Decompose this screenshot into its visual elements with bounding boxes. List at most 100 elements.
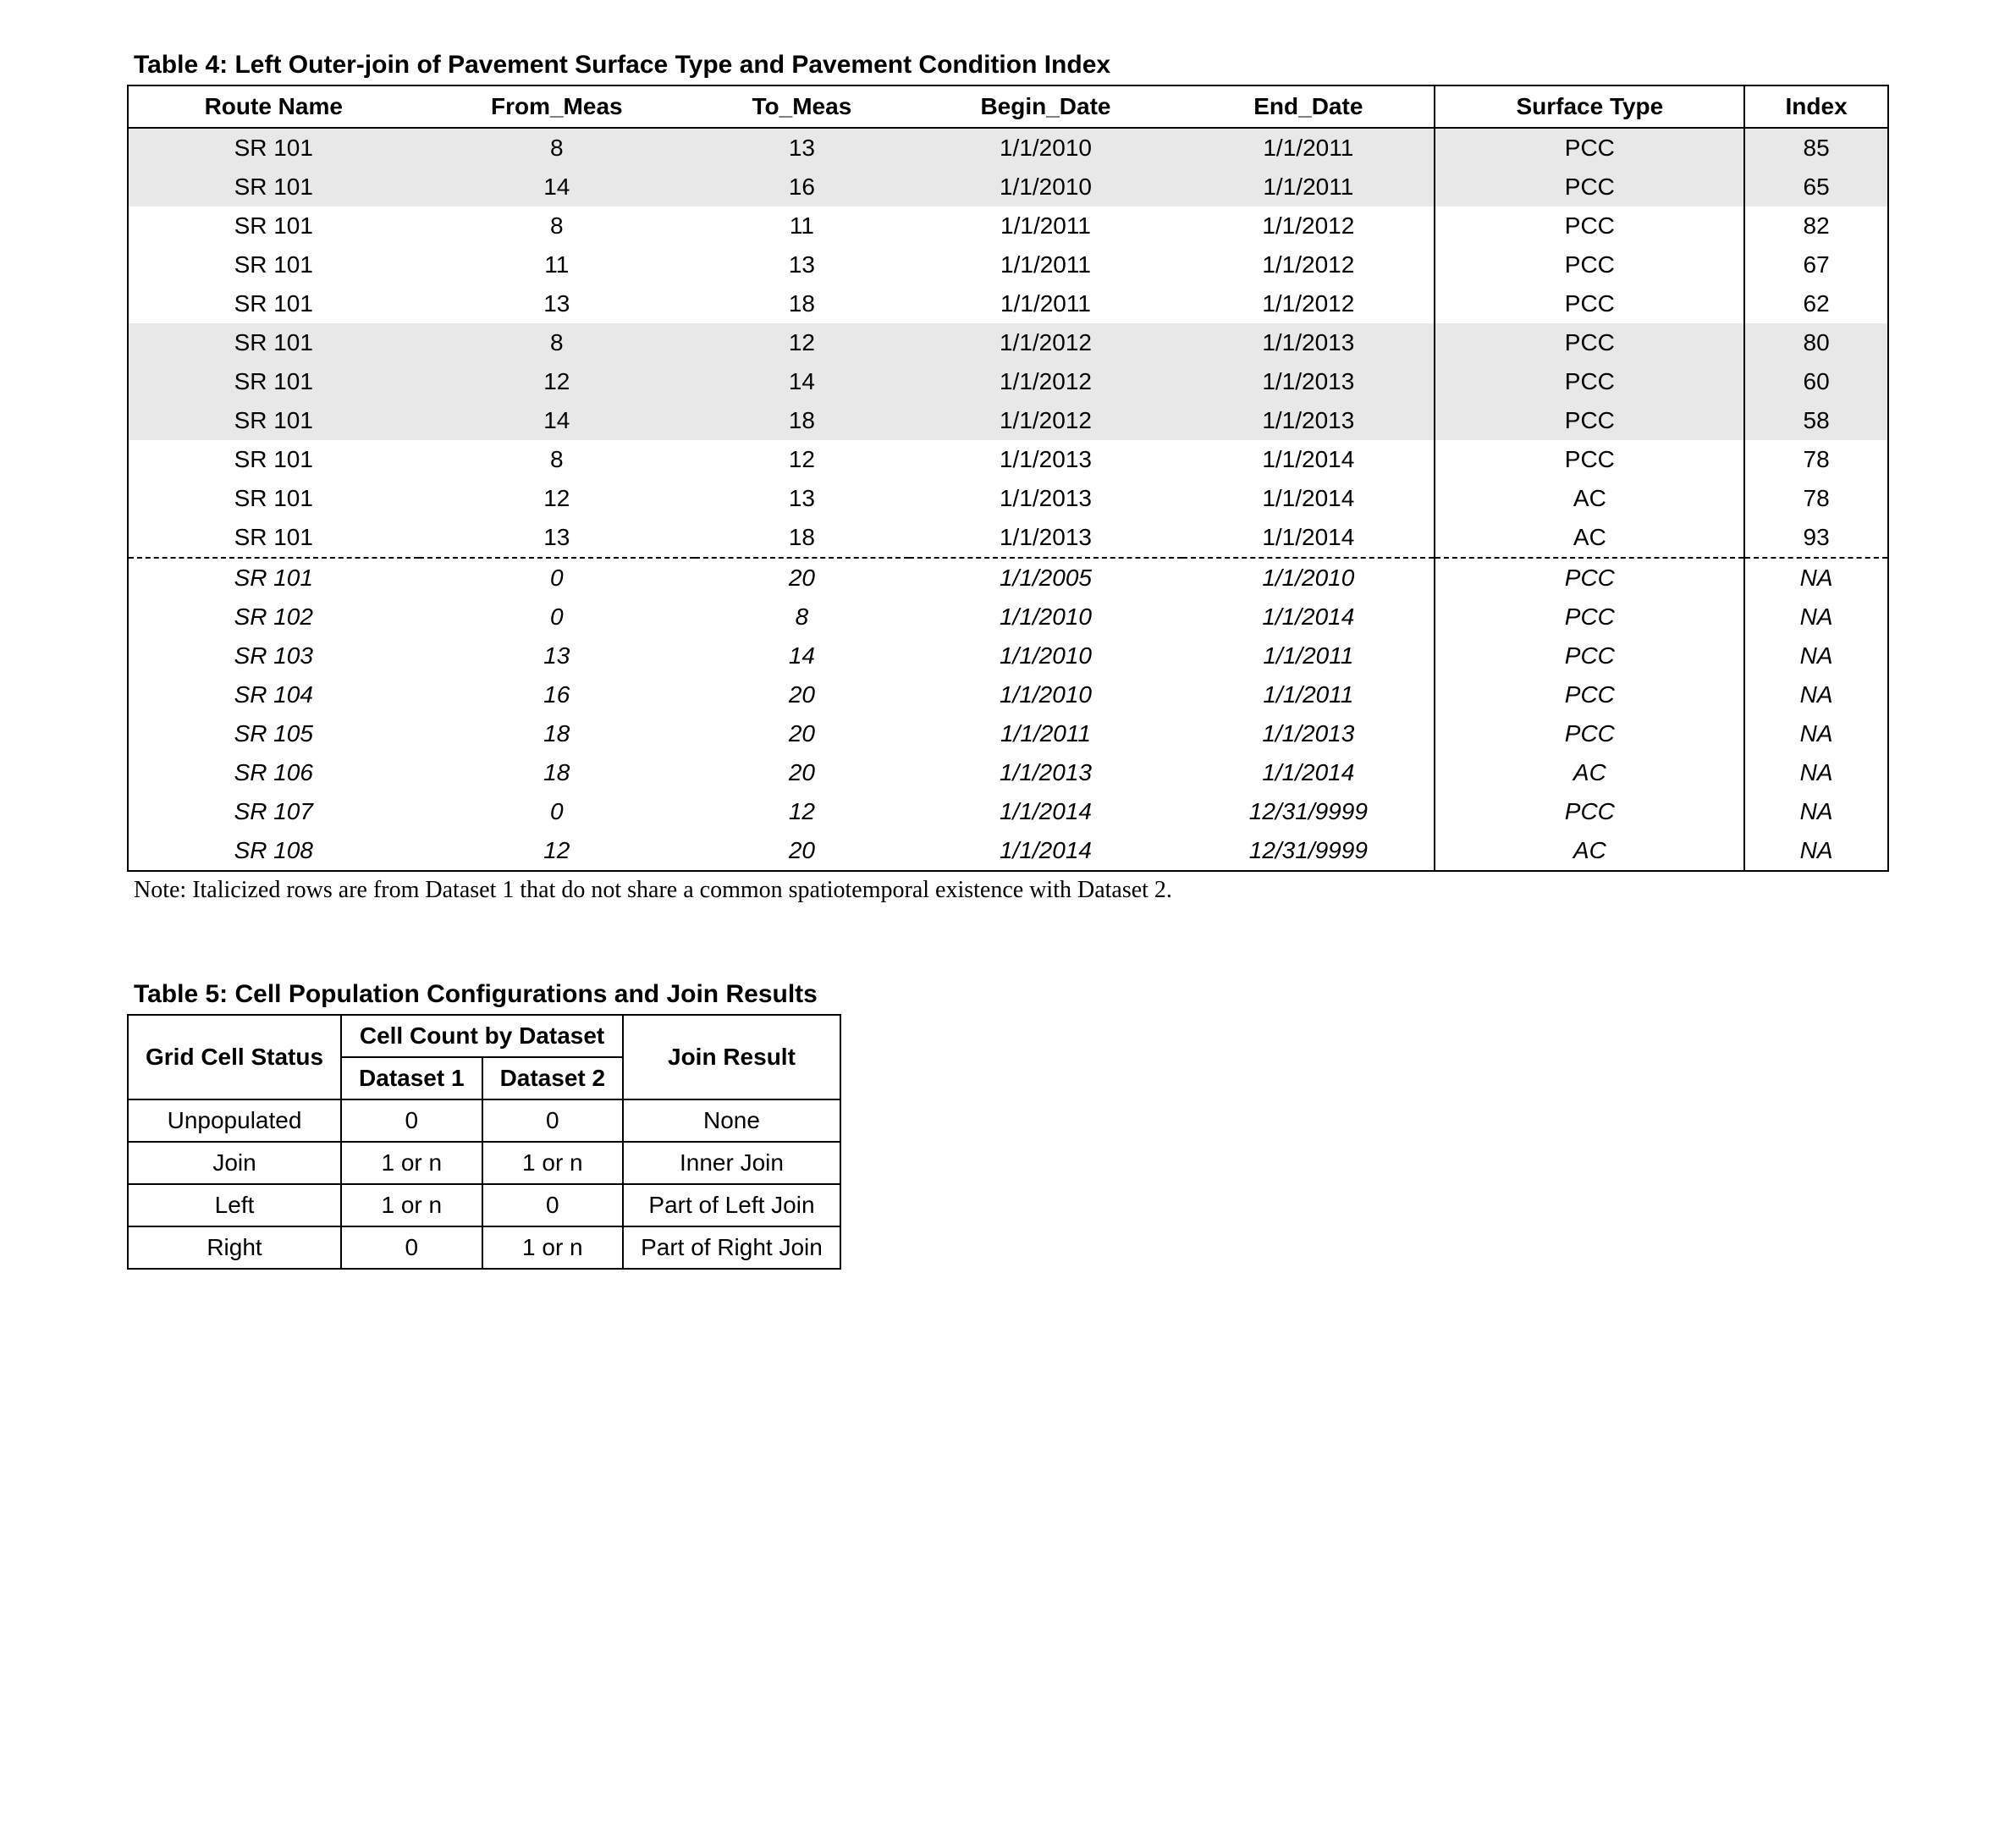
table-row: SR 10313141/1/20101/1/2011PCCNA [128,636,1888,675]
cell-index: 62 [1744,284,1888,323]
cell-from: 13 [419,518,696,558]
th-result: Join Result [623,1015,840,1099]
cell-route: SR 101 [128,362,419,401]
cell-d1: 1 or n [341,1184,482,1226]
cell-index: 67 [1744,245,1888,284]
cell-to: 20 [695,675,909,714]
table-row: SR 1070121/1/201412/31/9999PCCNA [128,792,1888,831]
table-row: SR 1018121/1/20131/1/2014PCC78 [128,440,1888,479]
cell-end: 1/1/2011 [1182,128,1435,168]
cell-to: 16 [695,168,909,207]
cell-route: SR 101 [128,401,419,440]
cell-d2: 1 or n [482,1142,624,1184]
cell-end: 12/31/9999 [1182,831,1435,871]
cell-from: 8 [419,128,696,168]
cell-d2: 1 or n [482,1226,624,1269]
table4-header-row: Route Name From_Meas To_Meas Begin_Date … [128,85,1888,128]
cell-route: SR 104 [128,675,419,714]
cell-index: NA [1744,753,1888,792]
cell-from: 8 [419,440,696,479]
table4-title: Table 4: Left Outer-join of Pavement Sur… [127,51,1889,80]
cell-surface: PCC [1435,323,1744,362]
cell-end: 1/1/2012 [1182,245,1435,284]
table-row: SR 10618201/1/20131/1/2014ACNA [128,753,1888,792]
cell-end: 1/1/2014 [1182,518,1435,558]
cell-from: 18 [419,753,696,792]
cell-end: 1/1/2013 [1182,401,1435,440]
table4-note: Note: Italicized rows are from Dataset 1… [127,877,1889,904]
cell-begin: 1/1/2014 [909,792,1182,831]
cell-to: 20 [695,714,909,753]
cell-route: SR 101 [128,128,419,168]
cell-route: SR 108 [128,831,419,871]
th-status: Grid Cell Status [128,1015,341,1099]
table5-section: Table 5: Cell Population Configurations … [127,980,1889,1270]
cell-to: 11 [695,207,909,245]
table-row: SR 10112141/1/20121/1/2013PCC60 [128,362,1888,401]
cell-surface: PCC [1435,284,1744,323]
cell-to: 12 [695,792,909,831]
table-row: SR 10114181/1/20121/1/2013PCC58 [128,401,1888,440]
cell-result: Part of Right Join [623,1226,840,1269]
cell-surface: PCC [1435,207,1744,245]
cell-begin: 1/1/2011 [909,284,1182,323]
cell-index: 58 [1744,401,1888,440]
cell-d2: 0 [482,1099,624,1142]
table-row: SR 1018121/1/20121/1/2013PCC80 [128,323,1888,362]
th-d2: Dataset 2 [482,1057,624,1099]
cell-end: 1/1/2014 [1182,440,1435,479]
cell-begin: 1/1/2012 [909,401,1182,440]
cell-index: NA [1744,714,1888,753]
cell-route: SR 101 [128,440,419,479]
cell-end: 12/31/9999 [1182,792,1435,831]
cell-status: Join [128,1142,341,1184]
cell-status: Unpopulated [128,1099,341,1142]
cell-to: 12 [695,323,909,362]
cell-surface: PCC [1435,362,1744,401]
cell-from: 13 [419,284,696,323]
cell-route: SR 103 [128,636,419,675]
cell-index: 60 [1744,362,1888,401]
cell-route: SR 101 [128,207,419,245]
th-index: Index [1744,85,1888,128]
cell-begin: 1/1/2012 [909,323,1182,362]
cell-route: SR 106 [128,753,419,792]
cell-begin: 1/1/2013 [909,440,1182,479]
cell-status: Right [128,1226,341,1269]
cell-route: SR 101 [128,558,419,598]
cell-result: Part of Left Join [623,1184,840,1226]
cell-end: 1/1/2011 [1182,168,1435,207]
table-row: SR 10416201/1/20101/1/2011PCCNA [128,675,1888,714]
th-surface: Surface Type [1435,85,1744,128]
table-row: Unpopulated00None [128,1099,840,1142]
cell-d1: 0 [341,1226,482,1269]
cell-surface: PCC [1435,245,1744,284]
cell-begin: 1/1/2010 [909,168,1182,207]
cell-d2: 0 [482,1184,624,1226]
cell-end: 1/1/2013 [1182,714,1435,753]
cell-begin: 1/1/2013 [909,479,1182,518]
cell-end: 1/1/2011 [1182,675,1435,714]
cell-d1: 1 or n [341,1142,482,1184]
cell-to: 8 [695,598,909,636]
cell-from: 8 [419,207,696,245]
cell-index: 78 [1744,479,1888,518]
table-row: SR 10112131/1/20131/1/2014AC78 [128,479,1888,518]
cell-surface: PCC [1435,440,1744,479]
cell-to: 20 [695,831,909,871]
cell-surface: PCC [1435,636,1744,675]
cell-index: NA [1744,636,1888,675]
cell-status: Left [128,1184,341,1226]
cell-begin: 1/1/2013 [909,753,1182,792]
cell-index: 65 [1744,168,1888,207]
cell-route: SR 101 [128,245,419,284]
cell-to: 18 [695,518,909,558]
cell-begin: 1/1/2010 [909,598,1182,636]
cell-surface: AC [1435,518,1744,558]
cell-from: 11 [419,245,696,284]
cell-to: 14 [695,636,909,675]
table4: Route Name From_Meas To_Meas Begin_Date … [127,85,1889,872]
table-row: SR 10812201/1/201412/31/9999ACNA [128,831,1888,871]
cell-index: 93 [1744,518,1888,558]
table5-body: Unpopulated00NoneJoin1 or n1 or nInner J… [128,1099,840,1269]
